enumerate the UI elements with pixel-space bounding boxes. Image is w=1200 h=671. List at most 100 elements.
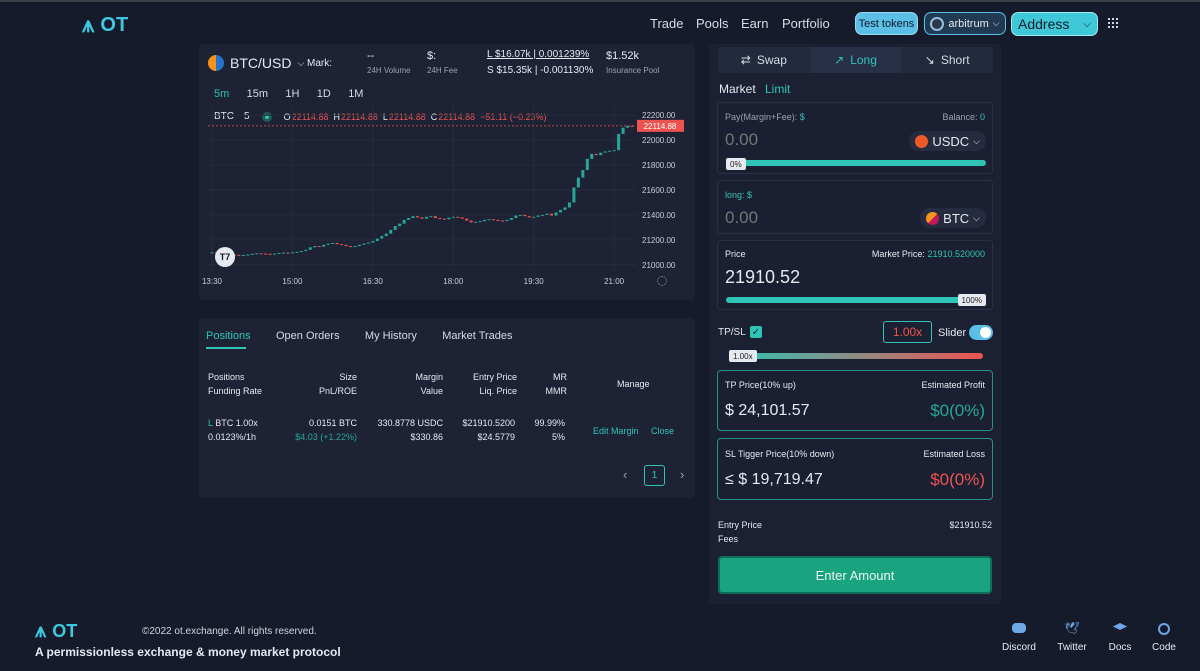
row-pnl: $4.03 (+1.22%): [295, 432, 357, 442]
footer-link-code[interactable]: Code: [1146, 623, 1182, 653]
candle: [326, 243, 330, 245]
long-token-label: BTC: [943, 210, 970, 226]
candle: [545, 213, 549, 215]
candle: [331, 242, 335, 244]
candle: [380, 236, 384, 239]
long-amount-input[interactable]: [725, 208, 875, 228]
long-token-selector[interactable]: BTC ⌵: [920, 208, 986, 228]
x-tick-label: 21:00: [604, 277, 625, 286]
tpsl-checkbox[interactable]: ✓: [750, 326, 762, 338]
footer-logo[interactable]: ⩚ OT: [35, 620, 77, 643]
price-value[interactable]: 21910.52: [725, 267, 800, 288]
tagline: A permissionless exchange & money market…: [35, 645, 341, 659]
header-positions: Positions Funding Rate: [208, 370, 262, 398]
pay-box: Pay(Margin+Fee): $ Balance: 0 USDC ⌵ 0%: [717, 102, 993, 174]
header-manage: Manage: [617, 377, 650, 391]
candle: [559, 209, 563, 213]
docs-icon: [1113, 623, 1127, 630]
candle: [500, 220, 504, 222]
chevron-down-icon: ⌵: [1083, 18, 1091, 30]
brand-logo[interactable]: ⩚ OT: [82, 12, 128, 38]
pay-token-selector[interactable]: USDC ⌵: [909, 131, 986, 151]
leverage-input[interactable]: 1.00x: [883, 321, 932, 343]
tab-open-orders[interactable]: Open Orders: [276, 330, 340, 342]
candle: [478, 221, 482, 223]
next-page-button[interactable]: ›: [680, 467, 684, 482]
chevron-down-icon: ⌵: [992, 18, 1000, 28]
tab-positions[interactable]: Positions: [206, 330, 251, 342]
slider-toggle[interactable]: [969, 325, 993, 340]
candle: [389, 229, 393, 234]
page-1-button[interactable]: 1: [644, 465, 665, 486]
y-tick-label: 21800.00: [642, 161, 676, 170]
header-pnl-label: PnL/ROE: [318, 386, 357, 396]
settings-gear-icon[interactable]: [657, 276, 667, 286]
candle: [353, 246, 357, 248]
positions-tabs: Positions Open Orders My History Market …: [206, 328, 535, 342]
prev-page-button[interactable]: ‹: [623, 467, 627, 482]
candle: [250, 253, 254, 255]
y-tick-label: 21200.00: [642, 236, 676, 245]
docs-label: Docs: [1108, 642, 1132, 653]
candle: [626, 125, 630, 128]
footer-link-twitter[interactable]: 🕊 Twitter: [1054, 622, 1090, 653]
price-chart[interactable]: 22200.00 22000.00 21800.00 21600.00 21400.00…: [199, 44, 695, 300]
footer-link-docs[interactable]: Docs: [1102, 623, 1138, 653]
enter-amount-button[interactable]: Enter Amount: [718, 556, 992, 594]
footer-link-discord[interactable]: Discord: [1001, 623, 1037, 653]
header-entry: Entry Price Liq. Price: [457, 370, 517, 398]
nav-trade[interactable]: Trade: [650, 16, 683, 31]
price-slider-track[interactable]: [726, 297, 986, 303]
close-position-button[interactable]: Close: [651, 424, 674, 438]
candle: [402, 219, 406, 224]
sl-box: SL Tigger Price(10% down) Estimated Loss…: [717, 438, 993, 500]
nav-earn[interactable]: Earn: [741, 16, 768, 31]
tab-market-trades[interactable]: Market Trades: [442, 330, 512, 342]
row-liq: $24.5779: [477, 432, 515, 442]
slider-label: Slider: [938, 327, 967, 339]
nav-portfolio[interactable]: Portfolio: [782, 16, 830, 31]
tp-price-value[interactable]: $ 24,101.57: [725, 402, 810, 420]
order-type-limit[interactable]: Limit: [765, 82, 790, 96]
candle: [375, 238, 379, 242]
test-tokens-button[interactable]: Test tokens: [855, 12, 918, 35]
candle: [572, 187, 576, 203]
code-label: Code: [1152, 642, 1176, 653]
candle: [523, 214, 527, 217]
sl-loss-value: $0(0%): [930, 470, 985, 489]
order-type-market[interactable]: Market: [719, 82, 756, 96]
pay-amount-input[interactable]: [725, 130, 875, 150]
leverage-slider-track[interactable]: [729, 353, 983, 359]
tradingview-logo-icon[interactable]: T7: [215, 247, 235, 267]
candle: [447, 217, 451, 220]
candle: [259, 253, 263, 255]
candle: [438, 218, 442, 220]
candle: [536, 215, 540, 217]
edit-margin-button[interactable]: Edit Margin: [593, 424, 639, 438]
sl-price-value[interactable]: ≤ $ 19,719.47: [725, 471, 823, 489]
candle: [357, 244, 361, 247]
active-tab-underline: [206, 347, 246, 349]
last-price-label: 22114.88: [644, 122, 677, 131]
trend-down-icon: ↘: [924, 53, 935, 67]
candle: [594, 153, 598, 156]
header-funding-label: Funding Rate: [208, 386, 263, 396]
mode-long[interactable]: ↗ Long: [809, 47, 902, 73]
est-loss-label: Estimated Loss: [923, 449, 985, 459]
check-icon: ✓: [751, 326, 761, 338]
candle: [563, 207, 567, 210]
network-selector[interactable]: arbitrum ⌵: [924, 12, 1006, 35]
candle: [585, 158, 589, 171]
mode-short[interactable]: ↘ Short: [901, 47, 993, 73]
grid-icon[interactable]: [1108, 18, 1118, 28]
nav-pools[interactable]: Pools: [696, 16, 729, 31]
tab-my-history[interactable]: My History: [365, 330, 417, 342]
pay-slider-track[interactable]: [726, 160, 986, 166]
candle: [621, 127, 625, 134]
tp-profit-value: $0(0%): [930, 401, 985, 420]
header-positions-label: Positions: [208, 372, 245, 382]
address-button[interactable]: Address ⌵: [1011, 12, 1098, 36]
mode-swap[interactable]: ⇄ Swap: [718, 47, 810, 73]
header-mmr-label: MMR: [545, 386, 568, 396]
candle: [599, 152, 603, 156]
